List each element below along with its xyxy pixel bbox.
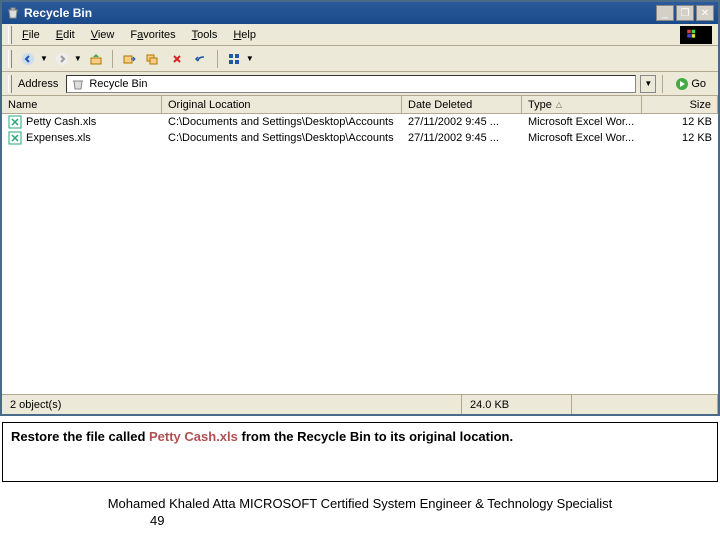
header-date-deleted[interactable]: Date Deleted [402, 96, 522, 113]
footer: Mohamed Khaled Atta MICROSOFT Certified … [0, 496, 720, 528]
page-number: 49 [40, 513, 680, 528]
close-button[interactable]: ✕ [696, 5, 714, 21]
header-name[interactable]: Name [2, 96, 162, 113]
table-row[interactable]: Petty Cash.xls C:\Documents and Settings… [2, 114, 718, 130]
menu-tools[interactable]: Tools [184, 27, 226, 43]
address-label: Address [18, 78, 58, 90]
menu-favorites[interactable]: Favorites [122, 27, 183, 43]
instruction-box: Restore the file called Petty Cash.xls f… [2, 422, 718, 482]
address-input[interactable]: Recycle Bin [66, 75, 636, 93]
addressbar: Address Recycle Bin ▼ Go [2, 72, 718, 96]
forward-button[interactable] [52, 49, 72, 69]
statusbar: 2 object(s) 24.0 KB [2, 394, 718, 414]
undo-button[interactable] [191, 49, 211, 69]
file-location: C:\Documents and Settings\Desktop\Accoun… [162, 132, 402, 144]
footer-text: Mohamed Khaled Atta MICROSOFT Certified … [40, 496, 680, 511]
views-button[interactable] [224, 49, 244, 69]
table-row[interactable]: Expenses.xls C:\Documents and Settings\D… [2, 130, 718, 146]
copy-to-button[interactable] [143, 49, 163, 69]
forward-dropdown-icon[interactable]: ▼ [74, 54, 82, 63]
recycle-bin-icon [71, 77, 85, 91]
sort-indicator-icon: △ [556, 100, 562, 109]
instruction-pre: Restore the file called [11, 429, 149, 444]
instruction-highlight: Petty Cash.xls [149, 429, 238, 444]
file-type: Microsoft Excel Wor... [522, 132, 642, 144]
menubar: File Edit View Favorites Tools Help [2, 24, 718, 46]
toolbar: ▼ ▼ ▼ [2, 46, 718, 72]
explorer-window: Recycle Bin _ ❐ ✕ File Edit View Favorit… [0, 0, 720, 416]
move-to-button[interactable] [119, 49, 139, 69]
status-extra [572, 395, 718, 414]
status-total-size: 24.0 KB [462, 395, 572, 414]
toolbar-separator [112, 50, 113, 68]
back-dropdown-icon[interactable]: ▼ [40, 54, 48, 63]
go-icon [675, 77, 689, 91]
excel-file-icon [8, 131, 22, 145]
minimize-button[interactable]: _ [656, 5, 674, 21]
back-button[interactable] [18, 49, 38, 69]
file-name: Expenses.xls [26, 132, 91, 144]
recycle-bin-icon [6, 6, 20, 20]
file-location: C:\Documents and Settings\Desktop\Accoun… [162, 116, 402, 128]
windows-flag-icon [680, 26, 712, 44]
address-value: Recycle Bin [89, 78, 147, 90]
file-list[interactable]: Petty Cash.xls C:\Documents and Settings… [2, 114, 718, 394]
window-title: Recycle Bin [24, 6, 656, 20]
menu-view[interactable]: View [83, 27, 123, 43]
toolbar-separator [217, 50, 218, 68]
menu-file[interactable]: File [14, 27, 48, 43]
header-original-location[interactable]: Original Location [162, 96, 402, 113]
go-button[interactable]: Go [669, 77, 712, 91]
toolbar-grip[interactable] [8, 50, 12, 68]
header-type[interactable]: Type△ [522, 96, 642, 113]
file-date: 27/11/2002 9:45 ... [402, 132, 522, 144]
window-controls: _ ❐ ✕ [656, 5, 714, 21]
file-type: Microsoft Excel Wor... [522, 116, 642, 128]
file-size: 12 KB [642, 116, 718, 128]
maximize-button[interactable]: ❐ [676, 5, 694, 21]
views-dropdown-icon[interactable]: ▼ [246, 54, 254, 63]
menu-edit[interactable]: Edit [48, 27, 83, 43]
status-objects: 2 object(s) [2, 395, 462, 414]
toolbar-separator [662, 75, 663, 93]
up-button[interactable] [86, 49, 106, 69]
menubar-grip[interactable] [8, 26, 12, 44]
titlebar[interactable]: Recycle Bin _ ❐ ✕ [2, 2, 718, 24]
column-headers: Name Original Location Date Deleted Type… [2, 96, 718, 114]
file-name: Petty Cash.xls [26, 116, 96, 128]
addressbar-grip[interactable] [8, 75, 12, 93]
delete-button[interactable] [167, 49, 187, 69]
menu-help[interactable]: Help [225, 27, 264, 43]
file-size: 12 KB [642, 132, 718, 144]
excel-file-icon [8, 115, 22, 129]
header-size[interactable]: Size [642, 96, 718, 113]
file-date: 27/11/2002 9:45 ... [402, 116, 522, 128]
address-dropdown[interactable]: ▼ [640, 75, 656, 93]
instruction-post: from the Recycle Bin to its original loc… [238, 429, 513, 444]
